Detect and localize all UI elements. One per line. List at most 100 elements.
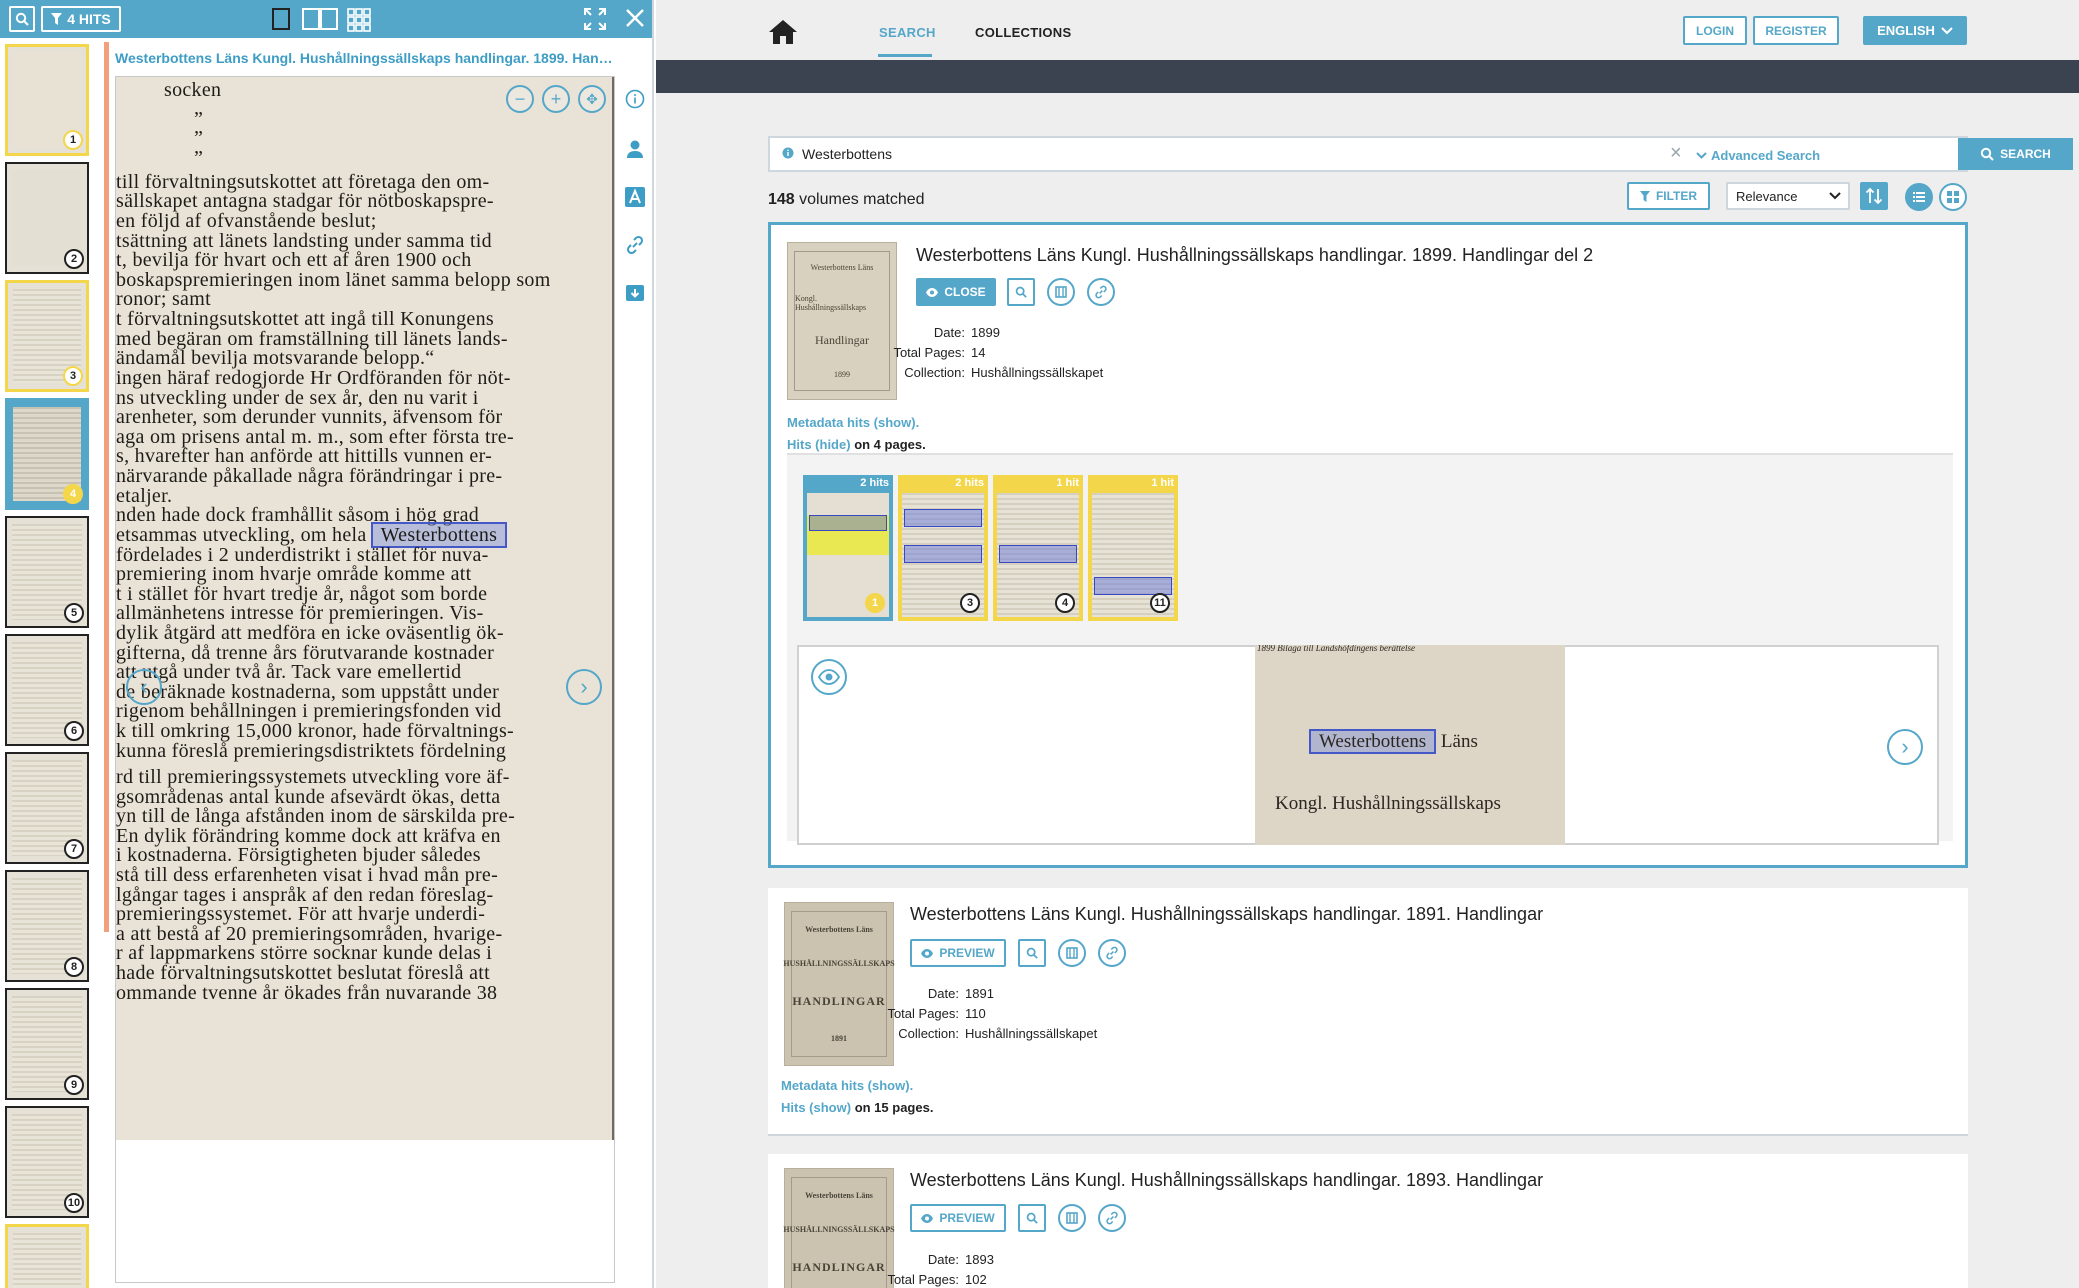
total-pages-value: 110	[965, 1006, 986, 1021]
page-thumbnail[interactable]: 10	[5, 1106, 89, 1218]
link-icon	[1095, 285, 1107, 299]
date-value: 1891	[965, 986, 994, 1001]
fit-page-button[interactable]: ✥	[578, 85, 606, 113]
nav-collections-link[interactable]: COLLECTIONS	[975, 25, 1071, 40]
date-value: 1893	[965, 1252, 994, 1267]
search-button[interactable]: SEARCH	[1958, 138, 2073, 170]
grid-view-icon[interactable]	[347, 8, 371, 32]
page-thumbnail-current[interactable]: 4	[5, 398, 89, 510]
result-title[interactable]: Westerbottens Läns Kungl. Hushållningssä…	[916, 245, 1593, 266]
nav-search-link[interactable]: SEARCH	[879, 25, 936, 40]
preview-button[interactable]: PREVIEW	[910, 939, 1006, 967]
result-title[interactable]: Westerbottens Läns Kungl. Hushållningssä…	[910, 1170, 1543, 1191]
eye-icon[interactable]	[811, 659, 847, 695]
search-app: SEARCH COLLECTIONS LOGIN REGISTER ENGLIS…	[656, 0, 2079, 1288]
open-viewer-button[interactable]	[1047, 278, 1075, 306]
scan-text-line: ommande tvenne år ökades från nuvarande …	[116, 982, 498, 1004]
hit-page-thumbnail[interactable]: 1 hit 11	[1088, 475, 1178, 621]
chevron-down-icon	[1941, 26, 1953, 34]
double-page-view-icon[interactable]	[302, 8, 338, 30]
result-title[interactable]: Westerbottens Läns Kungl. Hushållningssä…	[910, 904, 1543, 925]
download-icon[interactable]	[624, 282, 646, 304]
search-inside-button[interactable]	[1018, 939, 1046, 967]
collection-value: Hushållningssällskapet	[965, 1026, 1098, 1041]
info-icon[interactable]	[782, 147, 794, 159]
scan-text-line: socken	[164, 79, 222, 101]
sort-select[interactable]: Relevance	[1726, 182, 1850, 210]
page-thumbnail-strip[interactable]: 1 2 3 4 5 6 7 8 9 10	[0, 38, 108, 1288]
single-page-view-icon[interactable]	[272, 8, 290, 30]
open-viewer-button[interactable]	[1058, 1204, 1086, 1232]
close-icon[interactable]	[625, 8, 645, 28]
search-button-label: SEARCH	[2000, 147, 2051, 161]
permalink-button[interactable]	[1087, 278, 1115, 306]
page-thumbnail[interactable]: 7	[5, 752, 89, 864]
next-snippet-button[interactable]: ›	[1887, 729, 1923, 765]
login-button[interactable]: LOGIN	[1683, 16, 1747, 45]
search-inside-button[interactable]	[1018, 1204, 1046, 1232]
clear-search-icon[interactable]: ×	[1670, 142, 1682, 165]
search-inside-button[interactable]	[1007, 278, 1035, 306]
zoom-in-button[interactable]: +	[542, 85, 570, 113]
metadata-hits-toggle[interactable]: Metadata hits (show).	[787, 415, 919, 430]
search-icon	[1980, 147, 1994, 161]
register-button[interactable]: REGISTER	[1753, 16, 1839, 45]
user-icon[interactable]	[624, 138, 646, 160]
page-thumbnail[interactable]: 6	[5, 634, 89, 746]
page-thumbnail[interactable]: 1	[5, 44, 89, 156]
page-hits-summary: Hits (hide) on 4 pages.	[787, 437, 926, 452]
fullscreen-icon[interactable]	[584, 8, 606, 30]
page-thumbnail[interactable]: 8	[5, 870, 89, 982]
permalink-button[interactable]	[1098, 1204, 1126, 1232]
hit-snippet-preview: 1899 Bilaga till Landshöfdingens berätte…	[797, 645, 1939, 845]
advanced-search-toggle[interactable]: Advanced Search	[1696, 148, 1820, 163]
eye-icon	[926, 287, 939, 297]
hit-page-thumbnail[interactable]: 2 hits 3	[898, 475, 988, 621]
book-icon	[1066, 1212, 1078, 1224]
zoom-out-button[interactable]: −	[506, 85, 534, 113]
previous-page-button[interactable]: ‹	[126, 669, 162, 705]
preview-button[interactable]: PREVIEW	[910, 1204, 1006, 1232]
result-metadata: Date: 1893 Total Pages: 102	[887, 1252, 994, 1287]
page-thumbnail[interactable]: 2	[5, 162, 89, 274]
page-thumbnail[interactable]: 3	[5, 280, 89, 392]
home-icon[interactable]	[768, 18, 798, 46]
metadata-hits-toggle[interactable]: Metadata hits (show).	[781, 1078, 913, 1093]
search-input[interactable]	[802, 146, 1602, 162]
scan-text-line: kunna föreslå premieringsdistriktets för…	[116, 740, 507, 762]
search-icon	[1026, 1212, 1038, 1224]
hits-toggle-link[interactable]: Hits (show)	[781, 1100, 851, 1115]
ocr-text-icon[interactable]	[624, 186, 646, 208]
collection-value: Hushållningssällskapet	[971, 365, 1104, 380]
grid-icon	[1947, 191, 1959, 203]
language-label: ENGLISH	[1877, 23, 1935, 38]
close-preview-button[interactable]: CLOSE	[916, 278, 996, 306]
open-viewer-button[interactable]	[1058, 939, 1086, 967]
viewer-search-button[interactable]	[9, 6, 35, 32]
result-metadata: Date: 1891 Total Pages: 110 Collection: Hus…	[887, 986, 1098, 1041]
total-pages-value: 102	[965, 1272, 987, 1287]
page-canvas[interactable]: socken””” till förvaltningsutskottet att …	[115, 76, 615, 1283]
snippet-image[interactable]: 1899 Bilaga till Landshöfdingens berätte…	[1255, 645, 1565, 845]
hit-page-thumbnail[interactable]: 1 hit 4	[993, 475, 1083, 621]
hits-toggle-link[interactable]: Hits (hide)	[787, 437, 851, 452]
filter-button[interactable]: FILTER	[1627, 182, 1710, 210]
hit-page-thumbnail[interactable]: 2 hits 1	[803, 475, 893, 621]
results-count: 148 volumes matched	[768, 191, 925, 208]
next-page-button[interactable]: ›	[566, 669, 602, 705]
list-view-button[interactable]	[1905, 183, 1933, 211]
page-thumbnail[interactable]: 9	[5, 988, 89, 1100]
link-icon[interactable]	[624, 234, 646, 256]
language-selector[interactable]: ENGLISH	[1863, 16, 1967, 45]
page-thumbnail[interactable]	[5, 1224, 89, 1288]
hit-position-bar	[104, 42, 109, 932]
permalink-button[interactable]	[1098, 939, 1126, 967]
grid-view-button[interactable]	[1939, 183, 1967, 211]
page-thumbnail[interactable]: 5	[5, 516, 89, 628]
hits-filter-button[interactable]: 4 HITS	[41, 6, 121, 32]
result-card: Westerbottens Läns HUSHÅLLNINGSSÄLLSKAPS H…	[768, 1154, 1968, 1288]
link-icon	[1106, 1211, 1118, 1225]
eye-icon	[921, 948, 934, 958]
sort-direction-button[interactable]	[1860, 182, 1888, 210]
info-icon[interactable]	[624, 88, 646, 110]
